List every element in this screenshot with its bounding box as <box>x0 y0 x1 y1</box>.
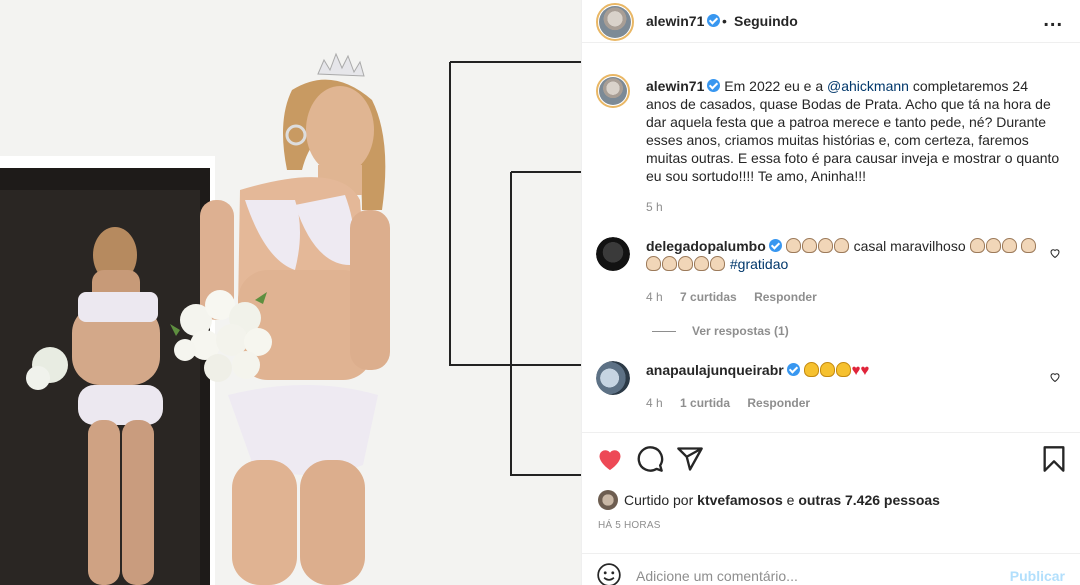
author-username[interactable]: alewin71 <box>646 13 721 29</box>
heart-filled-icon[interactable] <box>596 445 624 473</box>
comments-section: alewin71 Em 2022 eu e a @ahickmann compl… <box>582 44 1080 432</box>
clap-emoji-group <box>785 238 850 254</box>
verified-icon <box>707 79 721 92</box>
reply-button[interactable]: Responder <box>754 290 817 304</box>
comment-likes[interactable]: 7 curtidas <box>680 290 737 304</box>
action-bar <box>582 432 1080 482</box>
caption-username[interactable]: alewin71 <box>646 78 721 94</box>
comment-time[interactable]: 4 h <box>646 290 663 304</box>
comment-text: delegadopalumbo casal maravilhoso #grati… <box>646 237 1046 273</box>
bookmark-icon[interactable] <box>1040 445 1068 473</box>
follow-status-button[interactable]: Seguindo <box>734 13 798 29</box>
reply-button[interactable]: Responder <box>747 396 810 410</box>
post-timestamp[interactable]: HÁ 5 HORAS <box>598 520 661 531</box>
likes-count-link[interactable]: outras 7.426 pessoas <box>798 492 940 508</box>
add-comment-bar: Publicar <box>582 553 1080 585</box>
share-icon[interactable] <box>676 445 704 473</box>
liker-avatar[interactable] <box>598 490 618 510</box>
view-replies-button[interactable]: Ver respostas (1) <box>652 324 789 338</box>
separator-dot: • <box>722 13 727 29</box>
commenter-username[interactable]: anapaulajunqueirabr <box>646 362 800 378</box>
comment-meta: 4 h 7 curtidas Responder <box>646 290 831 304</box>
post-header: alewin71 • Seguindo ... <box>582 0 1080 43</box>
post-details-panel: alewin71 • Seguindo ... alewin71 Em 2022… <box>581 0 1080 585</box>
author-avatar[interactable] <box>596 3 634 41</box>
clap-emoji-group <box>969 238 1018 254</box>
comment-text: anapaulajunqueirabr ♥♥ <box>646 361 1046 380</box>
post-image <box>0 0 581 585</box>
comment-icon[interactable] <box>636 445 664 473</box>
publish-button[interactable]: Publicar <box>1010 568 1065 584</box>
caption-time[interactable]: 5 h <box>646 200 663 214</box>
comment-like-icon[interactable] <box>1049 247 1061 259</box>
likes-summary: Curtido por ktvefamosos e outras 7.426 p… <box>598 490 940 510</box>
comment-like-icon[interactable] <box>1049 371 1061 383</box>
comment-time[interactable]: 4 h <box>646 396 663 410</box>
commenter-username[interactable]: delegadopalumbo <box>646 238 782 254</box>
commenter-avatar[interactable] <box>596 237 630 271</box>
more-options-icon[interactable]: ... <box>1043 10 1063 30</box>
verified-icon <box>786 363 800 376</box>
emoji-icon[interactable] <box>596 562 622 585</box>
verified-icon <box>707 14 721 27</box>
emoji-group: ♥♥ <box>803 362 869 379</box>
comment-input[interactable] <box>636 568 996 584</box>
comment-meta: 4 h 1 curtida Responder <box>646 396 824 410</box>
hashtag-link[interactable]: #gratidao <box>730 256 788 272</box>
mention-link[interactable]: @ahickmann <box>827 78 909 94</box>
caption-avatar[interactable] <box>596 74 630 108</box>
comment-likes[interactable]: 1 curtida <box>680 396 730 410</box>
caption-text: alewin71 Em 2022 eu e a @ahickmann compl… <box>646 78 1060 184</box>
commenter-avatar[interactable] <box>596 361 630 395</box>
post-photo[interactable] <box>0 0 581 585</box>
liker-username[interactable]: ktvefamosos <box>697 492 783 508</box>
verified-icon <box>768 239 782 252</box>
